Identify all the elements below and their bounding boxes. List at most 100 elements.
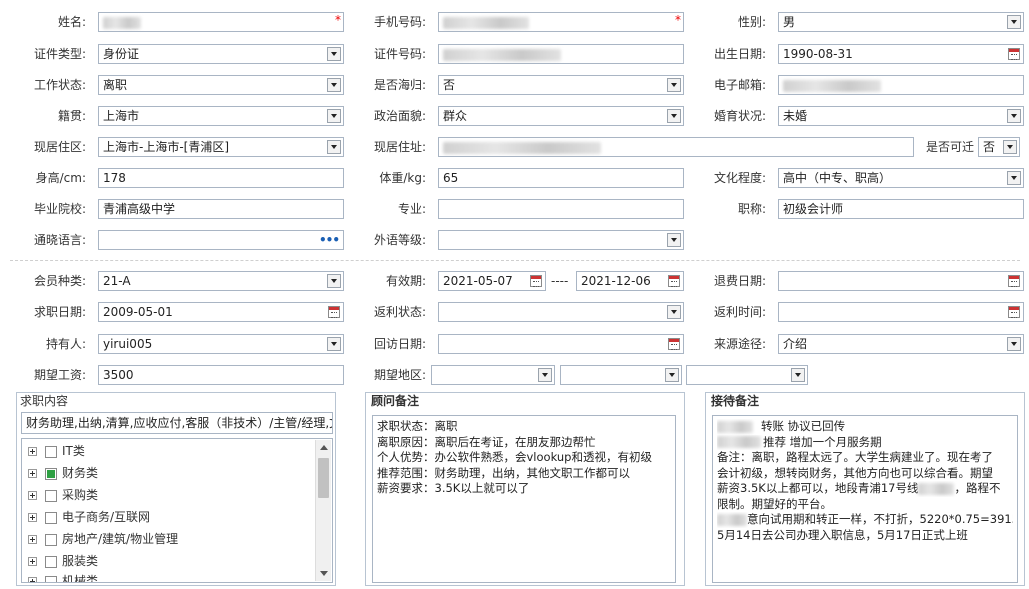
tree-item-label: 采购类 [62,488,99,502]
tree-item-it[interactable]: IT类 [28,441,85,461]
major-field[interactable] [438,199,684,219]
relocate-select[interactable]: 否 [978,137,1020,157]
valid-to-field[interactable]: 2021-12-06 [576,271,684,291]
idtype-select[interactable]: 身份证 [98,44,344,64]
checkbox-icon[interactable] [45,445,57,458]
name-field[interactable]: * [98,12,344,32]
checkbox-icon[interactable] [45,555,57,568]
scroll-down-icon[interactable] [320,571,328,576]
expand-plus-icon[interactable] [28,491,37,500]
education-select[interactable]: 高中（中专、职高） [778,168,1024,188]
residence-area-select[interactable]: 上海市-上海市-[青浦区] [98,137,344,157]
member-type-select[interactable]: 21-A [98,271,344,291]
dropdown-arrow-icon[interactable] [327,274,341,288]
holder-select[interactable]: yirui005 [98,334,344,354]
expand-plus-icon[interactable] [28,447,37,456]
rebate-status-label: 返利状态: [373,305,426,319]
tree-item-ecommerce[interactable]: 电子商务/互联网 [28,507,150,527]
salary-field[interactable]: 3500 [98,365,344,385]
marital-select[interactable]: 未婚 [778,106,1024,126]
expand-plus-icon[interactable] [28,513,37,522]
tree-scrollbar[interactable] [315,440,331,581]
foreign-level-select[interactable] [438,230,684,250]
job-category-tree[interactable]: IT类 财务类 采购类 电子商务/互联网 房地产/建筑/物业管理 服装类 机械类 [21,438,333,583]
title-field[interactable]: 初级会计师 [778,199,1024,219]
more-dots-icon[interactable]: ••• [319,234,340,246]
scroll-thumb[interactable] [318,458,329,498]
dropdown-arrow-icon[interactable] [1007,337,1021,351]
required-mark: * [335,13,341,27]
region-select-district[interactable] [686,365,808,385]
checkbox-icon[interactable] [45,489,57,502]
dropdown-arrow-icon[interactable] [1003,140,1017,154]
language-field[interactable]: ••• [98,230,344,250]
reception-note-line: 推荐 增加一个月服务期 [717,435,1013,451]
dropdown-arrow-icon[interactable] [1007,171,1021,185]
expand-plus-icon[interactable] [28,469,37,478]
dropdown-arrow-icon[interactable] [327,337,341,351]
tree-item-machinery[interactable]: 机械类 [28,571,98,582]
calendar-icon[interactable] [1008,306,1020,318]
calendar-icon[interactable] [1008,275,1020,287]
calendar-icon[interactable] [668,275,680,287]
native-select[interactable]: 上海市 [98,106,344,126]
redacted-text [918,482,955,495]
job-summary-field[interactable]: 财务助理,出纳,清算,应收应付,客服（非技术）/主管/经理,文 [21,412,333,434]
tree-item-purchasing[interactable]: 采购类 [28,485,98,505]
dropdown-arrow-icon[interactable] [1007,109,1021,123]
visit-date-field[interactable] [438,334,684,354]
dropdown-arrow-icon[interactable] [327,47,341,61]
scroll-up-icon[interactable] [320,445,328,450]
phone-field[interactable]: * [438,12,684,32]
tree-item-apparel[interactable]: 服装类 [28,551,98,571]
checkbox-icon[interactable] [45,511,57,524]
weight-field[interactable]: 65 [438,168,684,188]
source-select[interactable]: 介绍 [778,334,1024,354]
tree-item-finance[interactable]: 财务类 [28,463,98,483]
residence-addr-field[interactable] [438,137,914,157]
workstatus-select[interactable]: 离职 [98,75,344,95]
region-select-city[interactable] [560,365,682,385]
dropdown-arrow-icon[interactable] [791,368,805,382]
dropdown-arrow-icon[interactable] [665,368,679,382]
school-field[interactable]: 青浦高级中学 [98,199,344,219]
dropdown-arrow-icon[interactable] [327,140,341,154]
tree-item-realestate[interactable]: 房地产/建筑/物业管理 [28,529,178,549]
height-field[interactable]: 178 [98,168,344,188]
advisor-notes-textarea[interactable]: 求职状态：离职 离职原因：离职后在考证，在朋友那边帮忙 个人优势：办公软件熟悉，… [372,415,676,583]
dropdown-arrow-icon[interactable] [327,78,341,92]
political-select[interactable]: 群众 [438,106,684,126]
advisor-note-line: 个人优势：办公软件熟悉，会vlookup和透视，有初级 [377,450,652,464]
dropdown-arrow-icon[interactable] [667,109,681,123]
expand-plus-icon[interactable] [28,535,37,544]
idno-field[interactable] [438,44,684,64]
returnee-select[interactable]: 否 [438,75,684,95]
calendar-icon[interactable] [530,275,542,287]
rebate-time-field[interactable] [778,302,1024,322]
region-select-province[interactable] [431,365,555,385]
valid-from-field[interactable]: 2021-05-07 [438,271,546,291]
email-field[interactable] [778,75,1024,95]
dropdown-arrow-icon[interactable] [327,109,341,123]
calendar-icon[interactable] [328,306,340,318]
dropdown-arrow-icon[interactable] [538,368,552,382]
checkbox-icon[interactable] [45,533,57,546]
checkbox-icon[interactable] [45,467,57,480]
gender-select[interactable]: 男 [778,12,1024,32]
rebate-status-select[interactable] [438,302,684,322]
jobdate-field[interactable]: 2009-05-01 [98,302,344,322]
dropdown-arrow-icon[interactable] [667,305,681,319]
checkbox-icon[interactable] [45,575,57,582]
calendar-icon[interactable] [668,338,680,350]
valid-label: 有效期: [385,274,426,288]
refund-date-field[interactable] [778,271,1024,291]
dropdown-arrow-icon[interactable] [1007,15,1021,29]
birth-date-field[interactable]: 1990-08-31 [778,44,1024,64]
expand-plus-icon[interactable] [28,577,37,582]
expand-plus-icon[interactable] [28,557,37,566]
calendar-icon[interactable] [1008,48,1020,60]
dropdown-arrow-icon[interactable] [667,233,681,247]
member-type-label: 会员种类: [33,274,86,288]
reception-notes-textarea[interactable]: 转账 协议已回传 推荐 增加一个月服务期 备注：离职，路程太远了。大学生病建业了… [712,415,1018,583]
dropdown-arrow-icon[interactable] [667,78,681,92]
